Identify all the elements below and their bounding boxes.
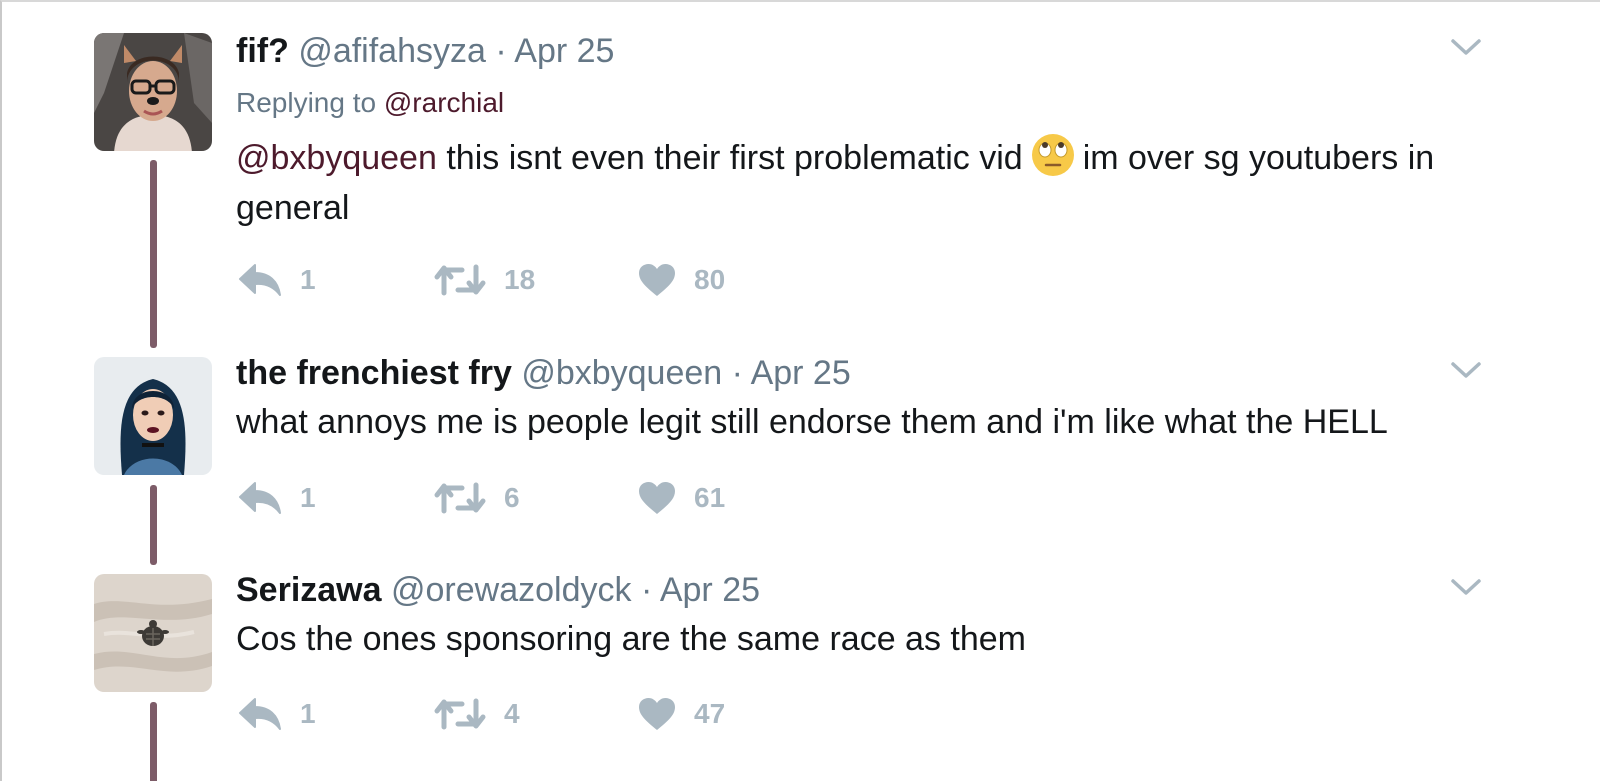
retweet-count: 6 — [504, 482, 520, 513]
chevron-down-icon[interactable] — [1450, 37, 1482, 57]
reply-icon — [238, 263, 282, 297]
tweet-text-part1: this isnt even their first problematic v… — [436, 139, 1023, 177]
retweet-button[interactable]: 4 — [434, 694, 520, 734]
chevron-down-icon[interactable] — [1450, 577, 1482, 597]
thread-connector-line — [150, 702, 157, 781]
thread-connector-line — [150, 485, 157, 565]
user-handle[interactable]: @bxbyqueen — [521, 354, 722, 392]
display-name[interactable]: Serizawa — [236, 571, 382, 609]
tweet-text: Cos the ones sponsoring are the same rac… — [236, 620, 1026, 658]
reply-count: 1 — [300, 482, 316, 513]
retweet-count: 4 — [504, 698, 520, 729]
tweet-text: @bxbyqueen this isnt even their first pr… — [236, 133, 1486, 233]
tweet-date[interactable]: Apr 25 — [751, 354, 851, 392]
heart-icon — [638, 697, 676, 731]
display-name[interactable]: the frenchiest fry — [236, 354, 512, 392]
avatar-photo-icon — [94, 357, 212, 475]
reply-count: 1 — [300, 698, 316, 729]
retweet-icon — [434, 263, 486, 297]
avatar-frenchiest-fry[interactable] — [94, 357, 212, 475]
like-count: 61 — [694, 482, 726, 513]
reply-button[interactable]: 1 — [238, 478, 316, 518]
thread-connector-line — [150, 160, 157, 348]
tweet-thread: fif? @afifahsyza · Apr 25 Replying to @r… — [0, 0, 1600, 781]
replying-to: Replying to @rarchial — [236, 86, 504, 120]
reply-count: 1 — [300, 264, 316, 295]
heart-icon — [638, 263, 676, 297]
avatar-serizawa[interactable] — [94, 574, 212, 692]
tweet-header: the frenchiest fry @bxbyqueen · Apr 25 — [236, 353, 851, 393]
avatar-fif[interactable] — [94, 33, 212, 151]
reply-icon — [238, 481, 282, 515]
retweet-icon — [434, 697, 486, 731]
tweet-date[interactable]: Apr 25 — [660, 571, 760, 609]
mention-link[interactable]: @bxbyqueen — [236, 139, 437, 177]
like-count: 80 — [694, 264, 726, 295]
reply-button[interactable]: 1 — [238, 260, 316, 300]
reply-button[interactable]: 1 — [238, 694, 316, 734]
avatar-photo-icon — [94, 574, 212, 692]
retweet-count: 18 — [504, 264, 536, 295]
tweet-header: fif? @afifahsyza · Apr 25 — [236, 31, 614, 71]
avatar-photo-icon — [94, 33, 212, 151]
tweet-header: Serizawa @orewazoldyck · Apr 25 — [236, 570, 760, 610]
tweet-text: what annoys me is people legit still end… — [236, 403, 1388, 441]
like-button[interactable]: 80 — [638, 260, 725, 300]
retweet-button[interactable]: 18 — [434, 260, 535, 300]
tweet-date[interactable]: Apr 25 — [514, 32, 614, 70]
retweet-icon — [434, 481, 486, 515]
face-with-rolling-eyes-emoji-icon — [1031, 133, 1075, 177]
like-button[interactable]: 47 — [638, 694, 725, 734]
display-name[interactable]: fif? — [236, 32, 289, 70]
like-button[interactable]: 61 — [638, 478, 725, 518]
replying-to-label: Replying to — [236, 87, 377, 118]
separator-dot: · — [731, 354, 743, 392]
reply-icon — [238, 697, 282, 731]
user-handle[interactable]: @orewazoldyck — [391, 571, 632, 609]
replying-to-mention-link[interactable]: @rarchial — [384, 87, 504, 118]
chevron-down-icon[interactable] — [1450, 360, 1482, 380]
like-count: 47 — [694, 698, 726, 729]
retweet-button[interactable]: 6 — [434, 478, 520, 518]
separator-dot: · — [640, 571, 653, 609]
separator-dot: · — [495, 32, 507, 70]
user-handle[interactable]: @afifahsyza — [298, 32, 486, 70]
heart-icon — [638, 481, 676, 515]
